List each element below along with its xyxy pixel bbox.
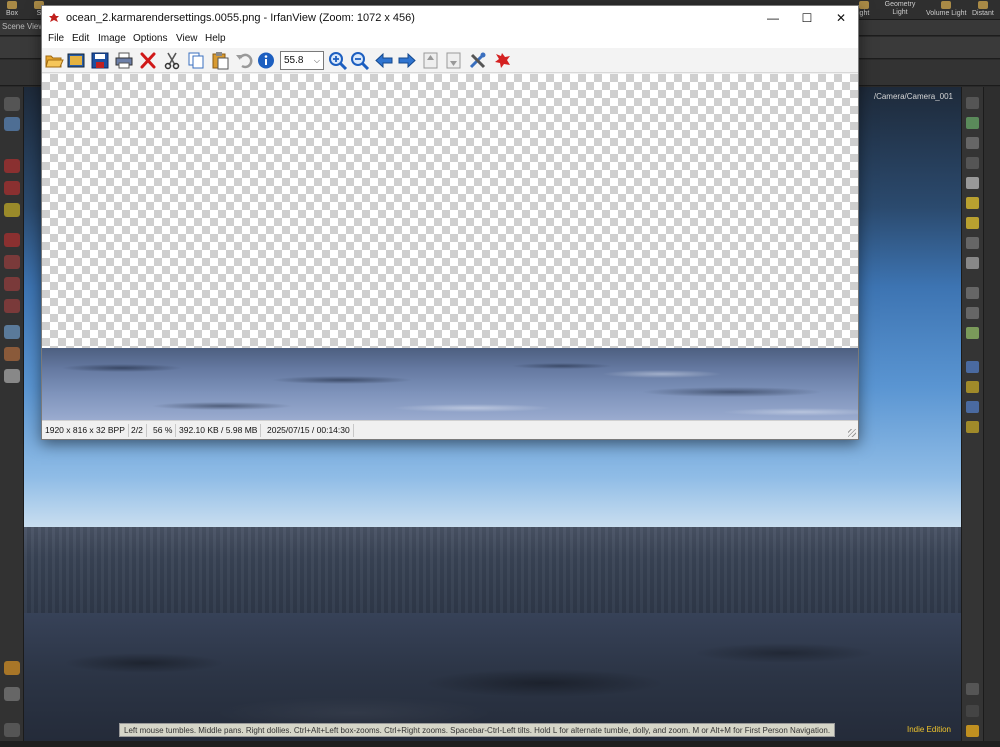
viewport-status-hint: Left mouse tumbles. Middle pans. Right d… [119,723,836,737]
flipbook-display-icon[interactable] [966,683,979,695]
teapot-tool-icon[interactable] [4,369,20,383]
chevron-down-icon: ⌵ [313,56,320,65]
status-datetime: 2025/07/15 / 00:14:30 [264,424,354,437]
layout-icon[interactable] [966,725,979,737]
zoom-out-icon[interactable] [350,51,370,70]
title-bar[interactable]: ocean_2.karmarendersettings.0055.png - I… [42,6,858,30]
ocean-render-image [42,348,858,420]
first-page-icon[interactable] [421,51,441,70]
menu-edit[interactable]: Edit [72,33,89,44]
houdini-right-toolbar [961,87,1000,747]
scale-tool-icon[interactable] [4,203,20,217]
ocean-foreground [24,613,961,741]
delete-icon[interactable] [138,51,158,70]
zoom-select[interactable]: 55.8 ⌵ [280,51,324,70]
info-icon[interactable] [256,51,276,70]
shelf-light[interactable]: ight [858,1,869,18]
zoom-in-icon[interactable] [328,51,348,70]
rotate-tool-icon[interactable] [4,181,20,195]
irfanview-window: ocean_2.karmarendersettings.0055.png - I… [41,5,859,440]
render-tool-icon[interactable] [4,347,20,361]
exit-icon[interactable] [492,51,512,70]
resize-grip[interactable] [848,429,856,437]
maximize-button[interactable]: ☐ [790,6,824,30]
close-view-icon[interactable] [966,157,979,169]
select-tool-icon[interactable] [4,97,20,111]
axis-tool-icon[interactable] [4,723,20,737]
ocean-horizon [24,527,961,613]
background-icon[interactable] [966,401,979,413]
save-icon[interactable] [90,51,110,70]
status-dimensions: 1920 x 816 x 32 BPP [42,424,129,437]
prev-icon[interactable] [374,51,394,70]
menu-file[interactable]: File [48,33,64,44]
camera-display-icon[interactable] [966,257,979,269]
shelf-geometry-light[interactable]: Geometry Light [882,1,918,17]
status-bar: 1920 x 816 x 32 BPP 2/2 56 % 392.10 KB /… [42,420,858,439]
irfanview-app-icon [49,13,59,22]
transparent-area [42,74,858,348]
flipbook-tool-icon[interactable] [4,661,20,675]
status-file-size: 392.10 KB / 5.98 MB [176,424,262,437]
close-button[interactable]: ✕ [824,6,858,30]
open-icon[interactable] [44,51,64,70]
bulb-small-icon[interactable] [966,421,979,433]
view-tool-icon[interactable] [4,325,20,339]
cut-icon[interactable] [162,51,182,70]
window-title: ocean_2.karmarendersettings.0055.png - I… [66,12,415,24]
shelf-volume-light[interactable]: Volume Light [926,1,966,18]
houdini-left-toolbar [0,87,24,747]
grid-display-icon[interactable] [966,307,979,319]
snap-display-icon[interactable] [966,287,979,299]
zoom-value: 55.8 [284,55,304,66]
last-page-icon[interactable] [444,51,464,70]
camera-tool-icon[interactable] [4,687,20,701]
status-zoom: 56 % [150,424,177,437]
print-icon[interactable] [114,51,134,70]
toolbar: 55.8 ⌵ [42,48,858,73]
houdini-timeline[interactable] [0,741,1000,747]
slideshow-icon[interactable] [66,51,86,70]
guide-icon[interactable] [966,381,979,393]
magnet-tool-icon[interactable] [4,277,20,291]
volume-light-icon [941,1,952,9]
paste-icon[interactable] [210,51,230,70]
shelf-distant-light[interactable]: Distant [972,1,994,18]
geometry-icon[interactable] [966,117,979,129]
move-tool-icon[interactable] [4,159,20,173]
snap-tool-icon[interactable] [4,299,20,313]
edition-label: Indie Edition [906,725,951,734]
pose-tool-icon[interactable] [4,255,20,269]
shading-icon[interactable] [966,327,979,339]
lock-tool-icon[interactable] [4,117,20,131]
shelf-box[interactable]: Box [6,1,18,18]
lock-icon[interactable] [966,137,979,149]
help-icon[interactable] [966,705,979,717]
next-icon[interactable] [397,51,417,70]
menu-image[interactable]: Image [98,33,126,44]
scene-view-tab[interactable]: Scene View [2,22,44,31]
display-options-column [962,87,984,747]
minimize-button[interactable]: — [756,6,790,30]
bulb-icon[interactable] [966,217,979,229]
light-display-icon[interactable] [966,197,979,209]
menu-view[interactable]: View [176,33,198,44]
light-icon [858,1,869,9]
visibility-icon[interactable] [966,97,979,109]
copy-icon[interactable] [186,51,206,70]
undo-icon[interactable] [234,51,254,70]
distant-light-icon [977,1,988,9]
menu-help[interactable]: Help [205,33,226,44]
menu-bar: File Edit Image Options View Help [42,30,858,48]
handle-tool-icon[interactable] [4,233,20,247]
sphere-display-icon[interactable] [966,177,979,189]
pin-icon[interactable] [966,237,979,249]
box-icon [7,1,18,9]
status-page: 2/2 [128,424,147,437]
menu-options[interactable]: Options [133,33,167,44]
image-canvas[interactable] [42,74,858,420]
camera-menu[interactable]: /Camera/Camera_001 [874,92,953,101]
settings-icon[interactable] [468,51,488,70]
color-icon[interactable] [966,361,979,373]
